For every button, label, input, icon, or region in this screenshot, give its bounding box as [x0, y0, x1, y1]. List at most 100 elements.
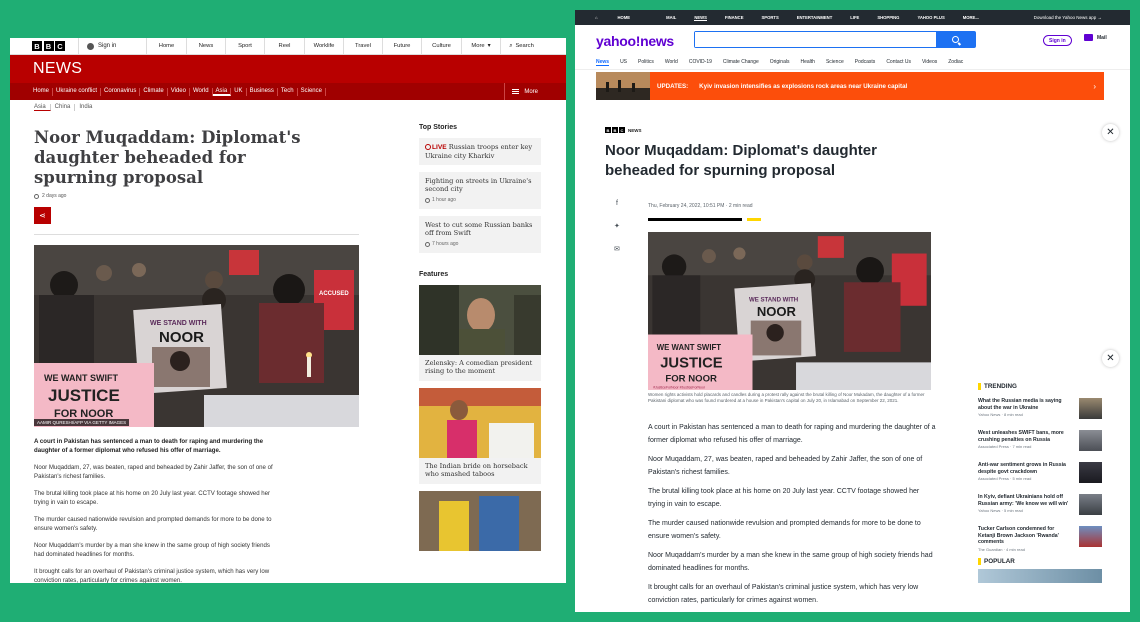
share-button[interactable]: ⋖: [34, 207, 51, 224]
popular-thumbnail[interactable]: [978, 569, 1102, 583]
top-story-card[interactable]: Fighting on streets in Ukraine's second …: [419, 172, 541, 209]
yahoo-header: yahoo!news Sign in Mail: [575, 25, 1130, 56]
mail-link[interactable]: Mail: [1084, 34, 1107, 41]
close-button[interactable]: ✕: [1102, 350, 1119, 367]
yahoo-nav-science[interactable]: Science: [826, 59, 844, 66]
bbc-subnav-uk[interactable]: UK: [231, 87, 247, 96]
yahoo-nav-climate[interactable]: Climate Change: [723, 59, 759, 66]
search-icon: [952, 36, 959, 43]
trending-item[interactable]: West unleashes SWIFT bans, more crushing…: [978, 430, 1102, 454]
bbc-nav-more[interactable]: More ▾: [461, 38, 500, 55]
bbc-nav-news[interactable]: News: [186, 38, 225, 55]
trending-thumbnail: [1079, 526, 1102, 547]
download-app-link[interactable]: Download the Yahoo News app →: [1034, 15, 1102, 20]
yahoo-nav-podcasts[interactable]: Podcasts: [855, 59, 876, 66]
yahoo-top-plus[interactable]: YAHOO PLUS: [917, 15, 944, 21]
yahoo-top-more[interactable]: MORE...: [963, 15, 979, 21]
yahoo-nav-politics[interactable]: Politics: [638, 59, 654, 66]
trending-item[interactable]: What the Russian media is saying about t…: [978, 398, 1102, 422]
bbc-nav-travel[interactable]: Travel: [343, 38, 382, 55]
yahoo-nav-contact[interactable]: Contact Us: [886, 59, 911, 66]
bbc-subnav-tech[interactable]: Tech: [278, 87, 298, 96]
yahoo-nav-zodiac[interactable]: Zodiac: [948, 59, 963, 66]
facebook-icon[interactable]: f: [616, 200, 618, 207]
bbc-nav-reel[interactable]: Reel: [264, 38, 304, 55]
yahoo-top-mail[interactable]: MAIL: [666, 15, 676, 21]
yahoo-top-entertainment[interactable]: ENTERTAINMENT: [797, 15, 833, 21]
feature-card[interactable]: The Indian bride on horseback who smashe…: [419, 388, 541, 484]
feature-card[interactable]: [419, 491, 541, 551]
bbc-subnav-ukraine[interactable]: Ukraine conflict: [53, 87, 102, 96]
yahoo-nav-news[interactable]: News: [596, 59, 610, 66]
yahoo-nav-originals[interactable]: Originals: [770, 59, 790, 66]
clock-icon: [425, 241, 430, 247]
search-input[interactable]: [695, 32, 936, 47]
bbc-nav-worklife[interactable]: Worklife: [304, 38, 343, 55]
bbc-nav-home[interactable]: Home: [146, 38, 186, 55]
feature-photo: [419, 388, 541, 458]
trending-item[interactable]: In Kyiv, defiant Ukrainians hold off Rus…: [978, 494, 1102, 518]
yahoo-top-shopping[interactable]: SHOPPING: [877, 15, 899, 21]
yahoo-top-finance[interactable]: FINANCE: [725, 15, 744, 21]
home-icon: ⌂: [595, 15, 598, 20]
bbc-top-bar: B B C Sign in Home News Sport Reel Workl…: [10, 38, 566, 55]
bbc-subnav-business[interactable]: Business: [247, 87, 278, 96]
divider: [34, 234, 359, 235]
yahoo-news-logo[interactable]: yahoo!news: [596, 33, 674, 49]
yahoo-nav-videos[interactable]: Videos: [922, 59, 937, 66]
svg-text:#JusticeForNoor #JusticeForNoo: #JusticeForNoor #JusticeForNoor: [653, 385, 706, 389]
bbc-logo[interactable]: B B C: [32, 41, 65, 51]
top-story-card[interactable]: West to cut some Russian banks off from …: [419, 216, 541, 253]
yahoo-nav-us[interactable]: US: [620, 59, 627, 66]
bbc-more-button[interactable]: More: [504, 83, 538, 100]
reading-progress: [648, 218, 761, 221]
bbc-nav-search[interactable]: ⌕ Search: [500, 38, 542, 55]
bbc-sign-in[interactable]: Sign in: [78, 38, 146, 55]
feature-card[interactable]: Zelensky: A comedian president rising to…: [419, 285, 541, 381]
arrow-right-icon: →: [1097, 15, 1103, 20]
sign-in-button[interactable]: Sign in: [1043, 35, 1072, 46]
close-button[interactable]: ✕: [1102, 124, 1119, 141]
yahoo-top-life[interactable]: LIFE: [850, 15, 859, 21]
bbc-nav-sport[interactable]: Sport: [225, 38, 264, 55]
updates-banner[interactable]: UPDATES: Kyiv invasion intensifies as ex…: [596, 72, 1104, 100]
yahoo-nav-covid[interactable]: COVID-19: [689, 59, 712, 66]
svg-text:WE WANT SWIFT: WE WANT SWIFT: [657, 343, 722, 352]
yahoo-top-bar: ⌂ HOME MAIL NEWS FINANCE SPORTS ENTERTAIN…: [575, 10, 1130, 25]
yahoo-top-news[interactable]: NEWS: [694, 15, 707, 21]
protest-photo: WE STAND WITH NOOR WE WANT SWIFT JUSTICE…: [648, 232, 931, 390]
yahoo-top-sports[interactable]: SPORTS: [762, 15, 779, 21]
top-story-card[interactable]: LIVE Russian troops enter key Ukraine ci…: [419, 138, 541, 165]
bbc-subnav-home[interactable]: Home: [33, 87, 54, 96]
clock-icon: [425, 197, 430, 203]
bbc-subnav-climate[interactable]: Climate: [140, 87, 168, 96]
accused-sign: ACCUSED: [319, 291, 349, 297]
bbc-subnav-world[interactable]: World: [190, 87, 213, 96]
yahoo-search: [694, 31, 976, 48]
bbc-headline: Noor Muqaddam: Diplomat's daughter behea…: [34, 128, 301, 187]
yahoo-nav-world[interactable]: World: [665, 59, 678, 66]
search-button[interactable]: [936, 32, 975, 47]
bbc-sidebar: Top Stories LIVE Russian troops enter ke…: [419, 124, 541, 558]
trending-item[interactable]: Tucker Carlson condemned for Ketanji Bro…: [978, 526, 1102, 552]
bbc-subnav-science[interactable]: Science: [298, 87, 326, 96]
yahoo-top-home[interactable]: ⌂ HOME: [595, 15, 648, 21]
bbc-subnav-asia[interactable]: Asia: [212, 87, 232, 96]
bbc-nav-culture[interactable]: Culture: [421, 38, 461, 55]
twitter-icon[interactable]: ✦: [614, 222, 620, 230]
bbc-region-india[interactable]: India: [75, 104, 96, 111]
bbc-top-nav: Home News Sport Reel Worklife Travel Fut…: [146, 38, 542, 55]
article-source: B B C NEWS: [605, 127, 642, 133]
yahoo-nav-health[interactable]: Health: [800, 59, 814, 66]
bbc-region-asia[interactable]: Asia: [34, 104, 51, 111]
bbc-nav-future[interactable]: Future: [382, 38, 421, 55]
trending-thumbnail: [1079, 398, 1102, 419]
trending-thumbnail: [1079, 462, 1102, 483]
bbc-subnav-coronavirus[interactable]: Coronavirus: [101, 87, 141, 96]
email-icon[interactable]: ✉: [614, 245, 620, 253]
bbc-section-title[interactable]: NEWS: [33, 60, 82, 78]
feature-photo: [419, 491, 541, 551]
bbc-region-china[interactable]: China: [51, 104, 76, 111]
bbc-subnav-video[interactable]: Video: [168, 87, 190, 96]
trending-item[interactable]: Anti-war sentiment grows in Russia despi…: [978, 462, 1102, 486]
